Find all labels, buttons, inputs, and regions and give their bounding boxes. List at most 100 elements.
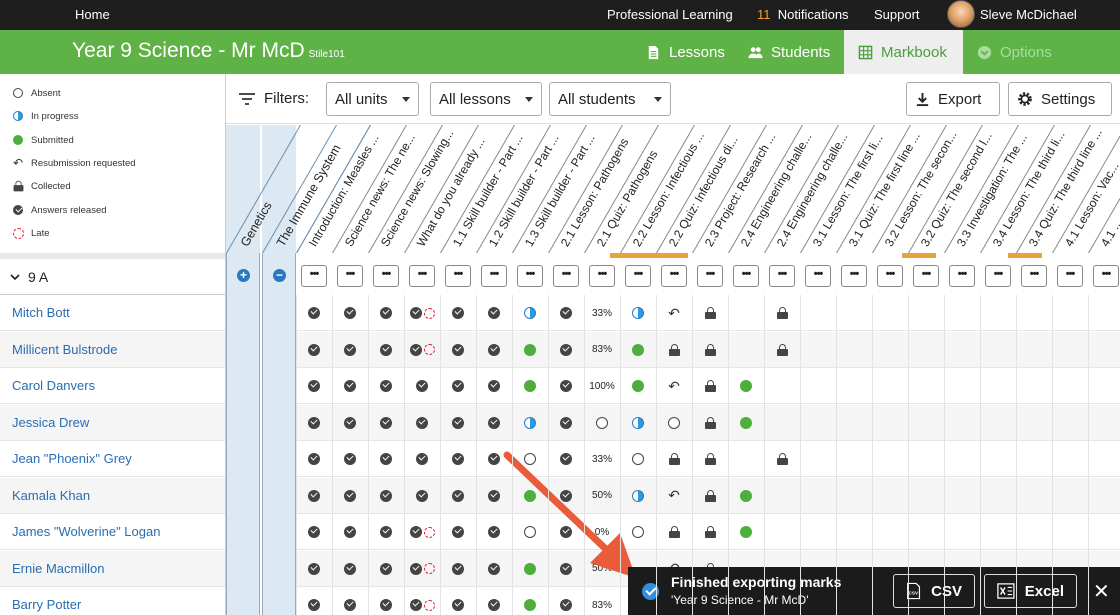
mark-cell[interactable]	[476, 551, 512, 587]
mark-cell[interactable]	[548, 478, 584, 514]
mark-cell[interactable]: 83%	[584, 332, 620, 368]
mark-cell[interactable]	[332, 332, 368, 368]
mark-cell[interactable]: 33%	[584, 295, 620, 331]
mark-cell[interactable]	[404, 551, 440, 587]
column-menu-button[interactable]: •••	[337, 265, 363, 287]
support-link[interactable]: Support	[874, 7, 920, 22]
mark-cell[interactable]	[332, 587, 368, 615]
mark-cell[interactable]	[512, 332, 548, 368]
column-menu-button[interactable]: •••	[445, 265, 471, 287]
mark-cell[interactable]	[476, 332, 512, 368]
mark-cell[interactable]	[548, 332, 584, 368]
mark-cell[interactable]	[332, 295, 368, 331]
mark-cell[interactable]	[368, 405, 404, 441]
mark-cell[interactable]	[296, 587, 332, 615]
mark-cell[interactable]	[368, 368, 404, 404]
column-menu-button[interactable]: •••	[589, 265, 615, 287]
mark-cell[interactable]	[620, 514, 656, 550]
column-menu-button[interactable]: •••	[517, 265, 543, 287]
mark-cell[interactable]	[404, 514, 440, 550]
mark-cell[interactable]	[764, 478, 800, 514]
column-menu-button[interactable]: •••	[841, 265, 867, 287]
mark-cell[interactable]: ↶	[656, 295, 692, 331]
mark-cell[interactable]	[692, 478, 728, 514]
tab-students[interactable]: Students	[734, 30, 844, 74]
mark-cell[interactable]	[728, 405, 764, 441]
mark-cell[interactable]	[764, 332, 800, 368]
mark-cell[interactable]	[440, 587, 476, 615]
mark-cell[interactable]	[656, 514, 692, 550]
column-menu-button[interactable]: •••	[481, 265, 507, 287]
column-menu-button[interactable]: •••	[733, 265, 759, 287]
mark-cell[interactable]: ↶	[656, 368, 692, 404]
column-menu-button[interactable]: •••	[877, 265, 903, 287]
mark-cell[interactable]	[512, 587, 548, 615]
mark-cell[interactable]: ↶	[656, 478, 692, 514]
mark-cell[interactable]	[440, 405, 476, 441]
student-name[interactable]: Ernie Macmillon	[0, 550, 226, 587]
mark-cell[interactable]	[296, 332, 332, 368]
mark-cell[interactable]	[440, 441, 476, 477]
mark-cell[interactable]	[404, 368, 440, 404]
mark-cell[interactable]	[548, 405, 584, 441]
mark-cell[interactable]	[512, 441, 548, 477]
mark-cell[interactable]: 100%	[584, 368, 620, 404]
mark-cell[interactable]	[296, 441, 332, 477]
mark-cell[interactable]	[332, 405, 368, 441]
mark-cell[interactable]: 33%	[584, 441, 620, 477]
avatar[interactable]	[947, 0, 975, 28]
mark-cell[interactable]	[728, 368, 764, 404]
mark-cell[interactable]	[548, 441, 584, 477]
csv-download-button[interactable]: CSV CSV	[893, 574, 975, 608]
column-menu-button[interactable]: •••	[805, 265, 831, 287]
mark-cell[interactable]	[548, 295, 584, 331]
mark-cell[interactable]	[440, 478, 476, 514]
mark-cell[interactable]	[296, 514, 332, 550]
mark-cell[interactable]	[368, 514, 404, 550]
mark-cell[interactable]	[692, 368, 728, 404]
excel-download-button[interactable]: Excel	[984, 574, 1077, 608]
mark-cell[interactable]	[296, 368, 332, 404]
mark-cell[interactable]	[512, 478, 548, 514]
mark-cell[interactable]	[512, 368, 548, 404]
tab-markbook[interactable]: Markbook	[844, 30, 963, 74]
column-menu-button[interactable]: •••	[697, 265, 723, 287]
notifications-link[interactable]: 11 Notifications	[757, 7, 849, 22]
mark-cell[interactable]	[476, 295, 512, 331]
student-name[interactable]: Barry Potter	[0, 587, 226, 615]
mark-cell[interactable]	[764, 368, 800, 404]
lessons-filter-dropdown[interactable]: All lessons	[430, 82, 542, 116]
mark-cell[interactable]	[404, 441, 440, 477]
user-name[interactable]: Sleve McDichael	[980, 7, 1077, 22]
mark-cell[interactable]	[476, 514, 512, 550]
mark-cell[interactable]	[548, 368, 584, 404]
mark-cell[interactable]	[692, 295, 728, 331]
tab-options[interactable]: Options	[963, 30, 1066, 74]
mark-cell[interactable]	[620, 441, 656, 477]
mark-cell[interactable]	[332, 478, 368, 514]
mark-cell[interactable]	[548, 551, 584, 587]
mark-cell[interactable]	[404, 478, 440, 514]
mark-cell[interactable]	[584, 405, 620, 441]
mark-cell[interactable]	[476, 368, 512, 404]
mark-cell[interactable]	[368, 332, 404, 368]
mark-cell[interactable]	[728, 295, 764, 331]
home-link[interactable]: Home	[75, 7, 110, 22]
student-name[interactable]: Jessica Drew	[0, 404, 226, 441]
mark-cell[interactable]	[332, 368, 368, 404]
mark-cell[interactable]	[728, 478, 764, 514]
mark-cell[interactable]	[656, 405, 692, 441]
mark-cell[interactable]	[368, 587, 404, 615]
mark-cell[interactable]	[620, 295, 656, 331]
column-menu-button[interactable]: •••	[301, 265, 327, 287]
column-menu-button[interactable]: •••	[769, 265, 795, 287]
mark-cell[interactable]	[476, 478, 512, 514]
mark-cell[interactable]	[764, 295, 800, 331]
mark-cell[interactable]	[692, 332, 728, 368]
mark-cell[interactable]	[548, 514, 584, 550]
column-menu-button[interactable]: •••	[1021, 265, 1047, 287]
mark-cell[interactable]	[368, 295, 404, 331]
column-menu-button[interactable]: •••	[661, 265, 687, 287]
mark-cell[interactable]	[512, 551, 548, 587]
mark-cell[interactable]: 50%	[584, 551, 620, 587]
